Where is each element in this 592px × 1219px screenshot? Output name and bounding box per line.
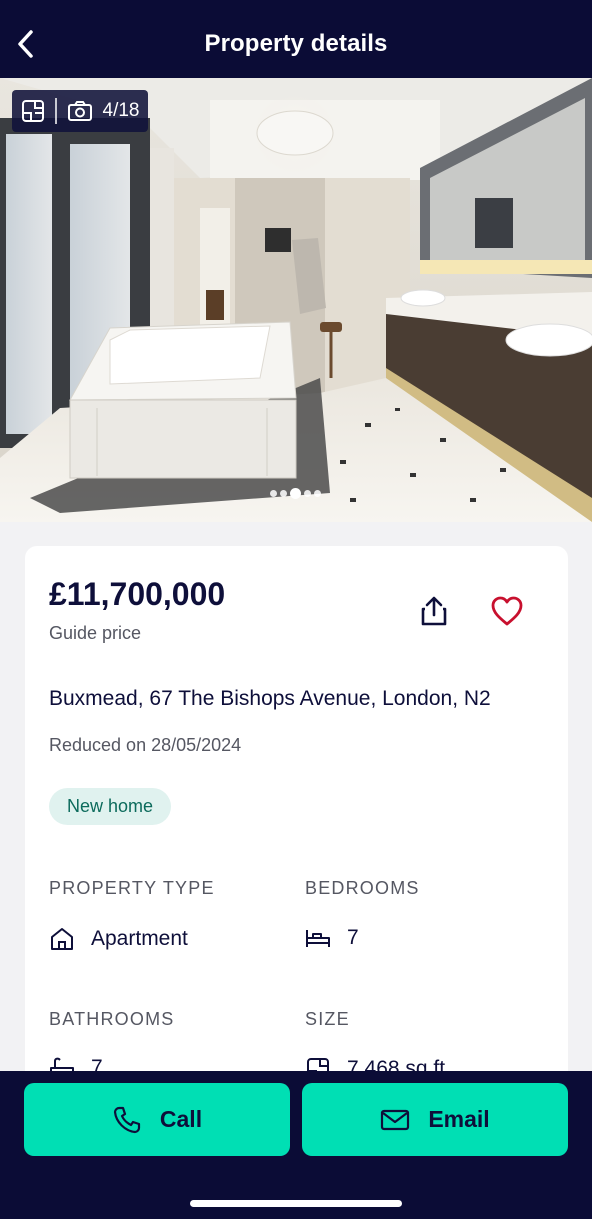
bottom-action-bar: Call Email — [0, 1071, 592, 1219]
share-button[interactable] — [417, 594, 451, 628]
pagination-dot — [270, 490, 277, 497]
property-type-label: PROPERTY TYPE — [49, 878, 215, 898]
pagination-dot — [280, 490, 287, 497]
gallery-badge[interactable]: 4/18 — [12, 90, 149, 132]
bathrooms-label: BATHROOMS — [49, 1009, 175, 1029]
house-icon — [51, 928, 73, 950]
bathroom-photo — [0, 78, 592, 522]
mail-icon — [381, 1109, 410, 1130]
photo-gallery[interactable]: 4/18 — [0, 78, 592, 522]
bed-icon — [306, 930, 330, 947]
call-label: Call — [159, 1106, 203, 1132]
property-type-text: Apartment — [91, 927, 188, 950]
camera-icon — [67, 101, 92, 121]
price: £11,700,000 — [49, 576, 226, 612]
badge-divider — [55, 98, 57, 124]
bedrooms-value: 7 — [305, 926, 359, 950]
page-title: Property details — [204, 30, 388, 57]
pagination-dot — [314, 490, 321, 497]
property-type-value: Apartment — [49, 926, 188, 952]
gallery-pagination — [270, 488, 321, 499]
pagination-dot — [304, 490, 311, 497]
new-home-badge: New home — [49, 788, 172, 825]
property-details-card: £11,700,000 Guide price Buxmead, 67 The … — [25, 546, 568, 1106]
bedrooms-text: 7 — [347, 926, 359, 949]
share-icon — [421, 596, 447, 626]
price-qualifier: Guide price — [49, 623, 142, 643]
app-header: Property details — [0, 0, 592, 78]
heart-icon — [491, 596, 523, 626]
reduced-date: Reduced on 28/05/2024 — [49, 735, 242, 755]
call-button[interactable]: Call — [24, 1083, 290, 1156]
floorplan-icon — [22, 100, 44, 122]
photo-counter: 4/18 — [102, 100, 140, 121]
pagination-dot-active — [290, 488, 301, 499]
email-label: Email — [428, 1106, 490, 1132]
phone-icon — [113, 1106, 141, 1133]
bedrooms-label: BEDROOMS — [305, 878, 420, 898]
home-indicator[interactable] — [190, 1200, 402, 1207]
favourite-button[interactable] — [489, 594, 525, 628]
property-address: Buxmead, 67 The Bishops Avenue, London, … — [49, 687, 491, 710]
email-button[interactable]: Email — [302, 1083, 568, 1156]
size-label: SIZE — [305, 1009, 350, 1029]
